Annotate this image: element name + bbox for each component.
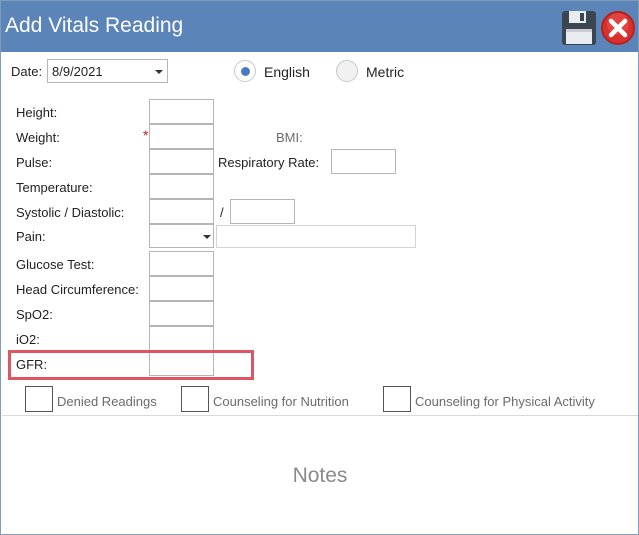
- counseling-nutrition-label: Counseling for Nutrition: [213, 394, 349, 409]
- floppy-disk-icon: [562, 11, 596, 45]
- pulse-label: Pulse:: [16, 155, 53, 170]
- date-picker[interactable]: 8/9/2021: [47, 59, 168, 83]
- window-title: Add Vitals Reading: [5, 14, 184, 37]
- chevron-down-icon: [203, 235, 211, 239]
- counseling-nutrition-checkbox[interactable]: [181, 386, 209, 412]
- bp-separator: /: [220, 205, 224, 220]
- pain-select[interactable]: [149, 224, 214, 248]
- notes-placeholder: Notes: [292, 464, 348, 487]
- glucose-test-input[interactable]: [149, 251, 214, 276]
- height-input[interactable]: [149, 99, 214, 124]
- close-icon: [601, 11, 635, 45]
- gfr-highlight-box: [8, 350, 254, 380]
- denied-readings-label: Denied Readings: [57, 394, 157, 409]
- title-bar: Add Vitals Reading: [1, 1, 638, 52]
- denied-readings-checkbox[interactable]: [25, 386, 53, 412]
- counseling-physical-activity-checkbox[interactable]: [383, 386, 411, 412]
- radio-selected-dot: [241, 67, 250, 76]
- weight-input[interactable]: [149, 124, 214, 149]
- temperature-input[interactable]: [149, 174, 214, 199]
- pain-label: Pain:: [16, 229, 46, 244]
- spo2-label: SpO2:: [16, 307, 53, 322]
- close-button[interactable]: [600, 10, 636, 46]
- notes-area[interactable]: Notes: [2, 416, 638, 534]
- respiratory-rate-input[interactable]: [331, 149, 396, 174]
- counseling-physical-activity-label: Counseling for Physical Activity: [415, 394, 595, 409]
- io2-input[interactable]: [149, 326, 214, 351]
- date-label: Date:: [11, 64, 43, 79]
- temperature-label: Temperature:: [16, 180, 93, 195]
- metric-label: Metric: [366, 64, 405, 80]
- diastolic-input[interactable]: [230, 199, 295, 224]
- glucose-test-label: Glucose Test:: [16, 257, 95, 272]
- weight-label: Weight:: [16, 130, 60, 145]
- pain-notes-input[interactable]: [216, 225, 416, 248]
- systolic-input[interactable]: [149, 199, 214, 224]
- head-circumference-label: Head Circumference:: [16, 282, 139, 297]
- add-vitals-window: Add Vitals Reading Date: 8/9/2021 Englis…: [0, 0, 639, 535]
- chevron-down-icon: [155, 70, 163, 74]
- required-marker: *: [143, 127, 149, 143]
- save-button[interactable]: [561, 10, 597, 46]
- radio-metric[interactable]: [336, 60, 358, 82]
- head-circumference-input[interactable]: [149, 276, 214, 301]
- english-label: English: [264, 64, 310, 80]
- date-value: 8/9/2021: [52, 64, 103, 79]
- pulse-input[interactable]: [149, 149, 214, 174]
- spo2-input[interactable]: [149, 301, 214, 326]
- systolic-diastolic-label: Systolic / Diastolic:: [16, 205, 125, 220]
- io2-label: iO2:: [16, 332, 40, 347]
- height-label: Height:: [16, 105, 58, 120]
- radio-english[interactable]: [234, 60, 256, 82]
- respiratory-rate-label: Respiratory Rate:: [218, 155, 320, 170]
- bmi-label: BMI:: [276, 130, 303, 145]
